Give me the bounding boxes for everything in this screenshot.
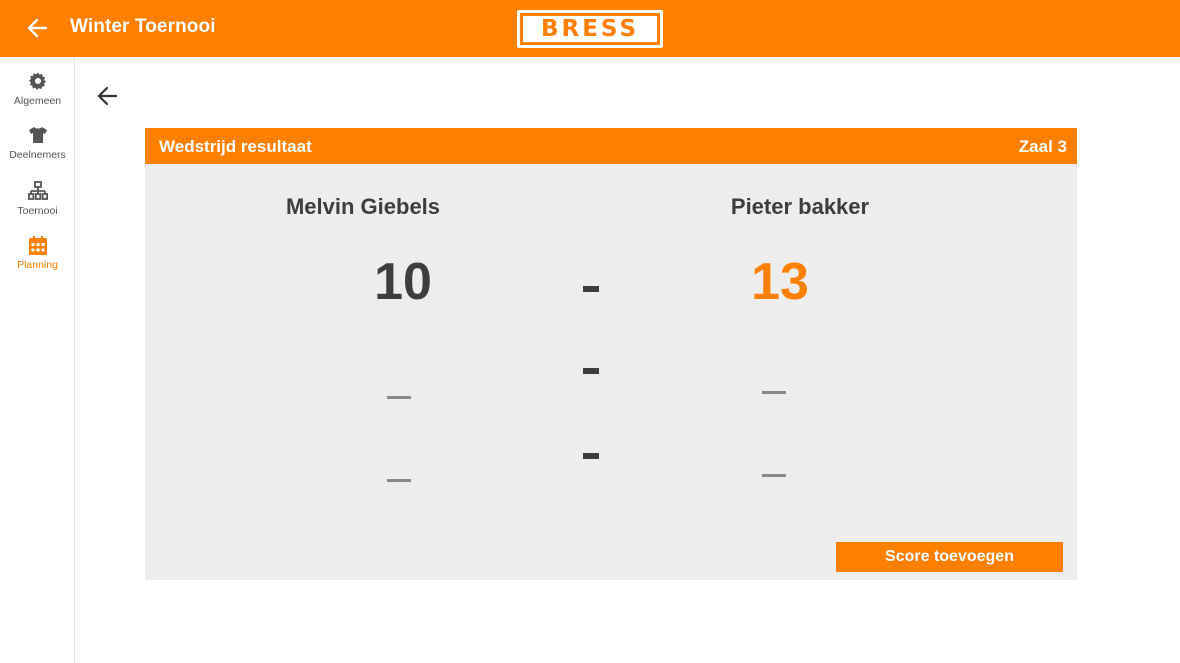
tournament-title: Winter Toernooi	[70, 16, 216, 37]
sidebar-item-algemeen[interactable]: Algemeen	[0, 71, 75, 123]
court-label: Zaal 3	[1018, 137, 1067, 156]
player-2-name: Pieter bakker	[730, 194, 870, 219]
sidebar-item-planning[interactable]: Planning	[0, 235, 75, 287]
score-separator	[583, 453, 599, 459]
match-result-card: Wedstrijd resultaat Zaal 3 Melvin Giebel…	[145, 128, 1077, 580]
gear-icon	[28, 71, 48, 91]
back-arrow-icon[interactable]	[24, 14, 50, 42]
bress-logo: BRESS	[517, 10, 663, 48]
player-1-name: Melvin Giebels	[285, 194, 441, 219]
game-3-score-player-1-empty[interactable]	[387, 479, 411, 482]
sidebar-item-toernooi[interactable]: Toernooi	[0, 181, 75, 233]
game-1-score-player-1[interactable]: 10	[303, 252, 503, 312]
game-3-score-player-2-empty[interactable]	[762, 474, 786, 477]
score-separator	[583, 286, 599, 292]
back-arrow-icon[interactable]	[94, 84, 120, 108]
calendar-icon	[28, 235, 48, 255]
logo-text: BRESS	[523, 16, 657, 42]
sidebar: Algemeen Deelnemers Toernooi Planning	[0, 57, 75, 663]
game-1-score-player-2[interactable]: 13	[680, 252, 880, 312]
sidebar-item-label: Planning	[17, 259, 58, 271]
card-title: Wedstrijd resultaat	[159, 137, 312, 156]
game-2-score-player-2-empty[interactable]	[762, 391, 786, 394]
sidebar-item-label: Toernooi	[17, 205, 58, 217]
tshirt-icon	[28, 125, 48, 145]
add-score-button[interactable]: Score toevoegen	[836, 542, 1063, 572]
sidebar-item-label: Algemeen	[13, 95, 62, 107]
sidebar-item-label: Deelnemers	[9, 149, 66, 161]
sidebar-item-deelnemers[interactable]: Deelnemers	[0, 125, 75, 177]
game-2-score-player-1-empty[interactable]	[387, 396, 411, 399]
top-bar: Winter Toernooi BRESS	[0, 0, 1180, 57]
card-header: Wedstrijd resultaat Zaal 3	[145, 128, 1077, 164]
bracket-icon	[27, 181, 48, 201]
score-separator	[583, 368, 599, 374]
